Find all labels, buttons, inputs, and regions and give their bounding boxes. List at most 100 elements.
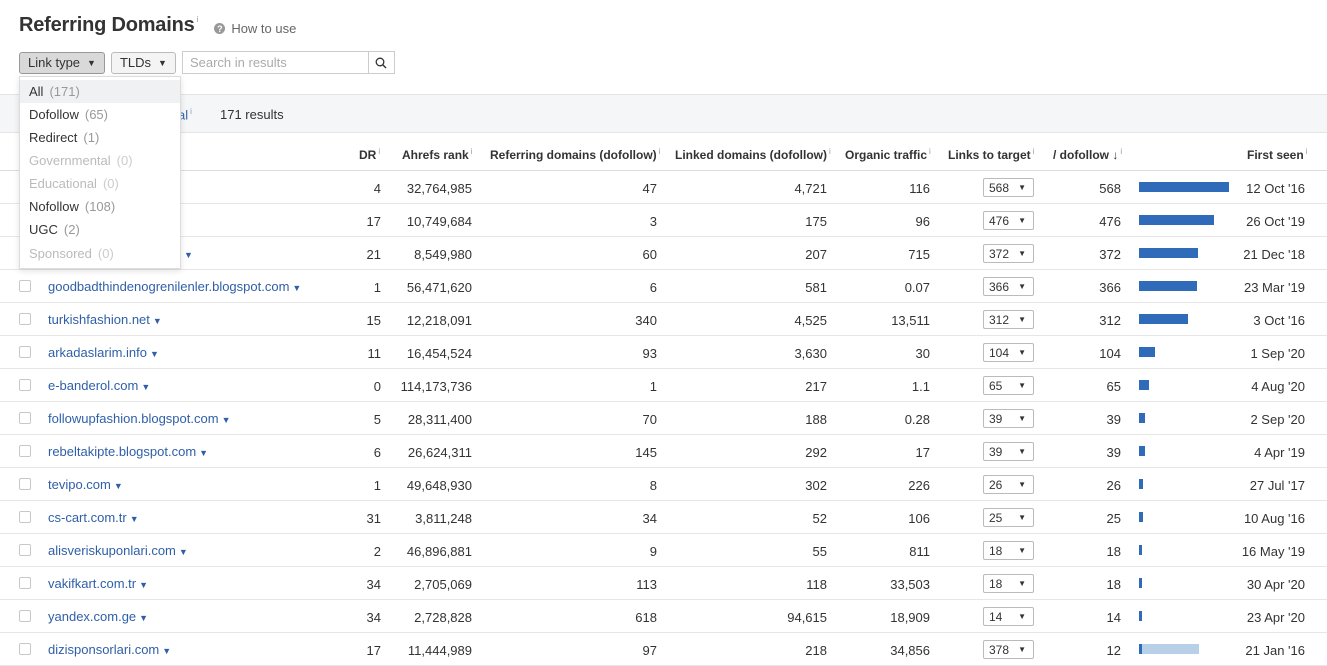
caret-down-icon[interactable]: ▼ bbox=[199, 448, 208, 458]
links-to-target-select[interactable]: 366 ▼ bbox=[983, 277, 1034, 296]
row-checkbox[interactable] bbox=[19, 346, 31, 358]
cell-referring-domains: 60 bbox=[642, 247, 657, 262]
links-to-target-select[interactable]: 39 ▼ bbox=[983, 442, 1034, 461]
links-to-target-select[interactable]: 25 ▼ bbox=[983, 508, 1034, 527]
chevron-down-icon: ▼ bbox=[1018, 645, 1026, 654]
row-checkbox[interactable] bbox=[19, 412, 31, 424]
info-icon: i bbox=[929, 147, 931, 156]
domain-name: dizisponsorlari.com bbox=[48, 642, 160, 657]
menu-item-label: Dofollow bbox=[29, 107, 79, 122]
caret-down-icon[interactable]: ▼ bbox=[179, 547, 188, 557]
menu-item-count: (171) bbox=[49, 84, 80, 99]
links-to-target-select[interactable]: 378 ▼ bbox=[983, 640, 1034, 659]
caret-down-icon[interactable]: ▼ bbox=[139, 613, 148, 623]
caret-down-icon[interactable]: ▼ bbox=[153, 316, 162, 326]
domain-link[interactable]: rebeltakipte.blogspot.com ▼ bbox=[48, 444, 208, 459]
caret-down-icon[interactable]: ▼ bbox=[141, 382, 150, 392]
cell-referring-domains: 9 bbox=[649, 544, 657, 559]
caret-down-icon[interactable]: ▼ bbox=[162, 646, 171, 656]
cell-referring-domains: 3 bbox=[649, 214, 657, 229]
links-to-target-select[interactable]: 104 ▼ bbox=[983, 343, 1034, 362]
col-organic-traffic[interactable]: Organic traffic i bbox=[845, 147, 931, 162]
domain-link[interactable]: tevipo.com ▼ bbox=[48, 477, 123, 492]
how-to-use-link[interactable]: ? How to use bbox=[214, 21, 296, 36]
domain-link[interactable]: dizisponsorlari.com ▼ bbox=[48, 642, 171, 657]
row-checkbox[interactable] bbox=[19, 313, 31, 325]
links-to-target-select[interactable]: 65 ▼ bbox=[983, 376, 1034, 395]
links-bar-dofollow bbox=[1139, 182, 1229, 192]
links-bar-dofollow bbox=[1139, 446, 1145, 456]
caret-down-icon[interactable]: ▼ bbox=[114, 481, 123, 491]
links-to-target-select[interactable]: 568 ▼ bbox=[983, 178, 1034, 197]
links-to-target-select[interactable]: 26 ▼ bbox=[983, 475, 1034, 494]
search-button[interactable] bbox=[367, 51, 395, 74]
links-to-target-select[interactable]: 476 ▼ bbox=[983, 211, 1034, 230]
cell-referring-domains: 8 bbox=[649, 478, 657, 493]
cell-ahrefs-rank: 46,896,881 bbox=[406, 544, 472, 559]
domain-link[interactable]: cs-cart.com.tr ▼ bbox=[48, 510, 139, 525]
links-to-target-select[interactable]: 18 ▼ bbox=[983, 541, 1034, 560]
row-checkbox[interactable] bbox=[19, 511, 31, 523]
chevron-down-icon: ▼ bbox=[1018, 216, 1026, 225]
cell-first-seen: 23 Apr '20 bbox=[1246, 610, 1305, 625]
col-dr[interactable]: DR i bbox=[359, 147, 380, 162]
links-to-target-select[interactable]: 312 ▼ bbox=[983, 310, 1034, 329]
domain-link[interactable]: arkadaslarim.info ▼ bbox=[48, 345, 159, 360]
menu-item-nofollow[interactable]: Nofollow (108) bbox=[20, 195, 180, 218]
cell-organic-traffic: 0.07 bbox=[904, 280, 930, 295]
cell-first-seen: 27 Jul '17 bbox=[1249, 478, 1305, 493]
row-checkbox[interactable] bbox=[19, 610, 31, 622]
link-type-dropdown[interactable]: Link type ▼ bbox=[19, 51, 105, 74]
domain-link[interactable]: followupfashion.blogspot.com ▼ bbox=[48, 411, 230, 426]
row-checkbox[interactable] bbox=[19, 280, 31, 292]
domain-name: arkadaslarim.info bbox=[48, 345, 147, 360]
domain-link[interactable]: alisveriskuponlari.com ▼ bbox=[48, 543, 188, 558]
domain-link[interactable]: e-banderol.com ▼ bbox=[48, 378, 150, 393]
cell-referring-domains: 145 bbox=[635, 445, 657, 460]
links-to-target-select[interactable]: 18 ▼ bbox=[983, 574, 1034, 593]
caret-down-icon[interactable]: ▼ bbox=[292, 283, 301, 293]
cell-first-seen: 26 Oct '19 bbox=[1246, 214, 1305, 229]
col-linked-domains[interactable]: Linked domains (dofollow) i bbox=[675, 147, 831, 162]
col-first-seen[interactable]: First seen i bbox=[1247, 147, 1307, 162]
cell-linked-domains: 207 bbox=[805, 247, 827, 262]
menu-item-label: Nofollow bbox=[29, 199, 79, 214]
menu-item-dofollow[interactable]: Dofollow (65) bbox=[20, 103, 180, 126]
caret-down-icon[interactable]: ▼ bbox=[150, 349, 159, 359]
domain-link[interactable]: turkishfashion.net ▼ bbox=[48, 312, 162, 327]
row-checkbox[interactable] bbox=[19, 544, 31, 556]
col-links-to-target[interactable]: Links to target i bbox=[948, 147, 1034, 162]
domain-link[interactable]: yandex.com.ge ▼ bbox=[48, 609, 148, 624]
row-checkbox[interactable] bbox=[19, 577, 31, 589]
caret-down-icon[interactable]: ▼ bbox=[222, 415, 231, 425]
links-to-target-select[interactable]: 14 ▼ bbox=[983, 607, 1034, 626]
col-referring-domains[interactable]: Referring domains (dofollow) i bbox=[490, 147, 660, 162]
col-dofollow-label: / dofollow bbox=[1053, 148, 1109, 162]
domain-link[interactable]: goodbadthindenogrenilenler.blogspot.com ▼ bbox=[48, 279, 301, 294]
row-checkbox[interactable] bbox=[19, 478, 31, 490]
menu-item-ugc[interactable]: UGC (2) bbox=[20, 218, 180, 241]
col-ahrefs-rank[interactable]: Ahrefs rank i bbox=[402, 147, 472, 162]
links-to-target-value: 25 bbox=[989, 510, 1003, 525]
links-to-target-select[interactable]: 372 ▼ bbox=[983, 244, 1034, 263]
row-checkbox[interactable] bbox=[19, 379, 31, 391]
caret-down-icon[interactable]: ▼ bbox=[139, 580, 148, 590]
cell-ahrefs-rank: 2,705,069 bbox=[414, 577, 472, 592]
caret-down-icon[interactable]: ▼ bbox=[184, 250, 193, 260]
table-row: 4 32,764,985 47 4,721 116 568 ▼ 568 12 Oc… bbox=[0, 171, 1327, 204]
links-to-target-value: 568 bbox=[989, 180, 1010, 195]
title-info-icon[interactable]: i bbox=[197, 15, 199, 24]
domain-link[interactable]: ▼ bbox=[181, 246, 193, 261]
col-referring-domains-label: Referring domains (dofollow) bbox=[490, 148, 657, 162]
row-checkbox[interactable] bbox=[19, 445, 31, 457]
col-dofollow[interactable]: / dofollow ↓ i bbox=[1053, 147, 1122, 162]
domain-link[interactable]: vakifkart.com.tr ▼ bbox=[48, 576, 148, 591]
caret-down-icon[interactable]: ▼ bbox=[130, 514, 139, 524]
row-checkbox[interactable] bbox=[19, 643, 31, 655]
menu-item-redirect[interactable]: Redirect (1) bbox=[20, 126, 180, 149]
cell-linked-domains: 188 bbox=[805, 412, 827, 427]
links-to-target-select[interactable]: 39 ▼ bbox=[983, 409, 1034, 428]
tlds-dropdown[interactable]: TLDs ▼ bbox=[110, 51, 176, 74]
menu-item-all[interactable]: All (171) bbox=[20, 80, 180, 103]
search-input[interactable] bbox=[181, 51, 368, 74]
